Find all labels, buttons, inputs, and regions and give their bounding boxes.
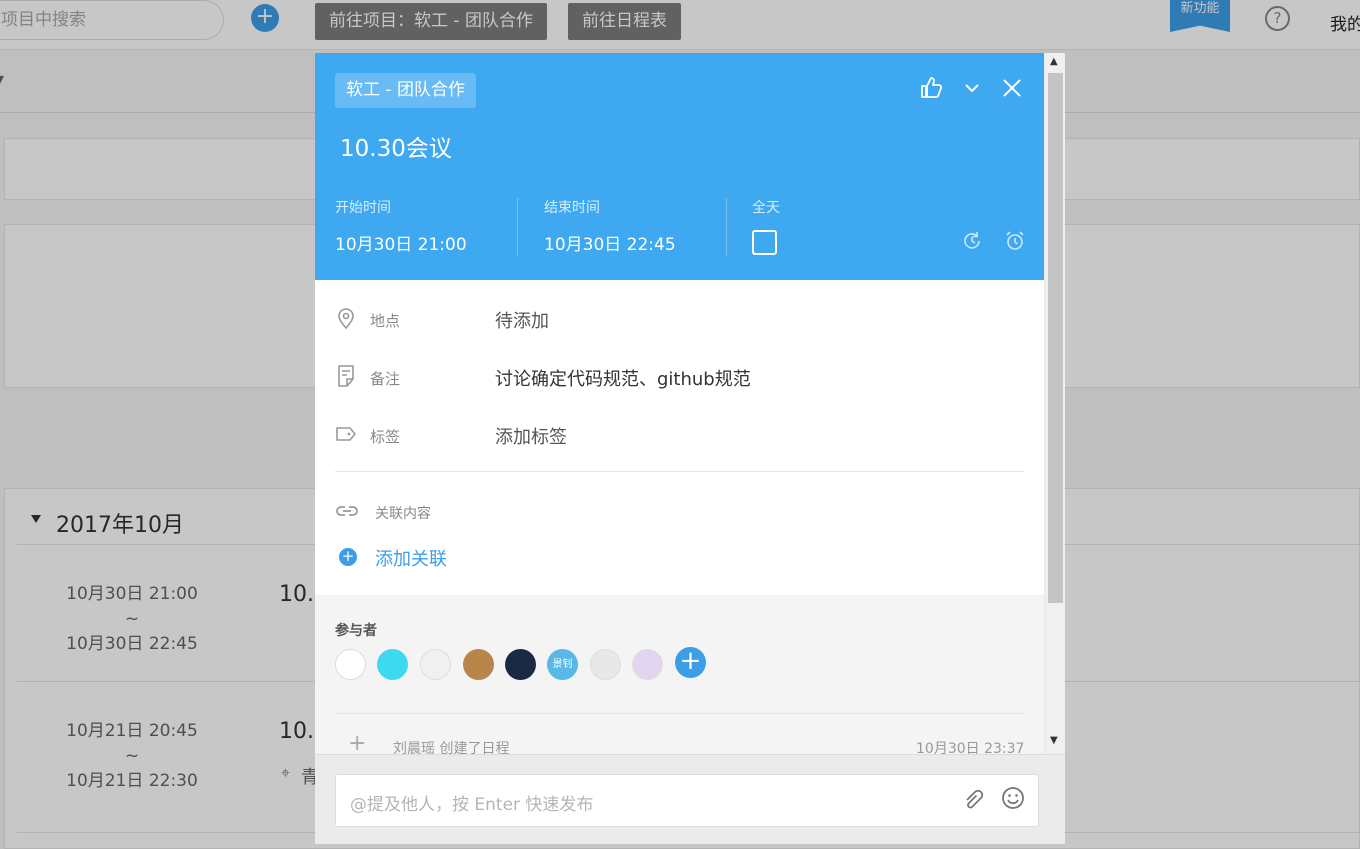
note-icon [338, 365, 354, 387]
avatar[interactable] [335, 649, 366, 680]
comment-input[interactable]: @提及他人，按 Enter 快速发布 [335, 774, 1039, 827]
scroll-down-icon[interactable]: ▼ [1050, 735, 1058, 746]
location-pin-icon [338, 308, 354, 330]
location-label: 地点 [370, 312, 401, 330]
divider [335, 713, 1024, 714]
end-time[interactable]: 结束时间 10月30日 22:45 [544, 197, 676, 257]
scrollbar-thumb[interactable] [1048, 73, 1063, 603]
modal-header: 软工 - 团队合作 10.30会议 开始时间 10月30日 21:00 结束时间… [315, 53, 1044, 280]
repeat-icon[interactable] [961, 230, 983, 252]
tag-icon [336, 427, 356, 441]
tag-row[interactable]: 标签 添加标签 [335, 420, 935, 450]
chevron-down-icon[interactable] [959, 75, 985, 101]
scroll-up-icon[interactable]: ▲ [1050, 56, 1058, 67]
participants-title: 参与者 [335, 623, 377, 639]
add-relation-icon[interactable]: + [339, 548, 357, 566]
comment-area: @提及他人，按 Enter 快速发布 [315, 754, 1065, 844]
note-value[interactable]: 讨论确定代码规范、github规范 [495, 365, 751, 391]
event-detail-modal: 软工 - 团队合作 10.30会议 开始时间 10月30日 21:00 结束时间… [315, 53, 1065, 844]
comment-placeholder: @提及他人，按 Enter 快速发布 [350, 795, 594, 815]
add-participant-button[interactable]: + [675, 647, 706, 678]
paperclip-icon[interactable] [963, 787, 989, 813]
avatar[interactable] [463, 649, 494, 680]
alarm-icon[interactable] [1004, 230, 1026, 252]
avatar[interactable] [377, 649, 408, 680]
tag-value[interactable]: 添加标签 [495, 423, 567, 449]
add-relation-link[interactable]: 添加关联 [375, 545, 447, 571]
avatar[interactable] [420, 649, 451, 680]
start-time[interactable]: 开始时间 10月30日 21:00 [335, 197, 467, 257]
tag-label: 标签 [370, 428, 401, 446]
note-row[interactable]: 备注 讨论确定代码规范、github规范 [335, 362, 935, 392]
close-icon[interactable] [999, 75, 1025, 101]
note-label: 备注 [370, 370, 401, 388]
divider [726, 198, 727, 256]
link-icon [336, 506, 358, 516]
avatar[interactable] [505, 649, 536, 680]
avatar[interactable] [590, 649, 621, 680]
project-tag[interactable]: 软工 - 团队合作 [335, 73, 476, 108]
thumbs-up-icon[interactable] [919, 75, 945, 101]
plus-icon: + [348, 731, 367, 756]
divider [517, 198, 518, 256]
divider [335, 471, 1024, 472]
allday-checkbox[interactable] [752, 230, 777, 255]
emoji-icon[interactable] [1000, 785, 1026, 811]
avatar[interactable]: 景钊 [547, 649, 578, 680]
location-value[interactable]: 待添加 [495, 307, 549, 333]
relation-label: 关联内容 [375, 506, 431, 522]
event-title[interactable]: 10.30会议 [340, 129, 452, 163]
avatar[interactable] [632, 649, 663, 680]
location-row[interactable]: 地点 待添加 [335, 304, 935, 334]
scrollbar[interactable]: ▲ ▼ [1044, 53, 1065, 754]
participants-section: 参与者 景钊 + + 刘晨瑶 创建了日程 10月30日 23:37 [315, 595, 1044, 757]
